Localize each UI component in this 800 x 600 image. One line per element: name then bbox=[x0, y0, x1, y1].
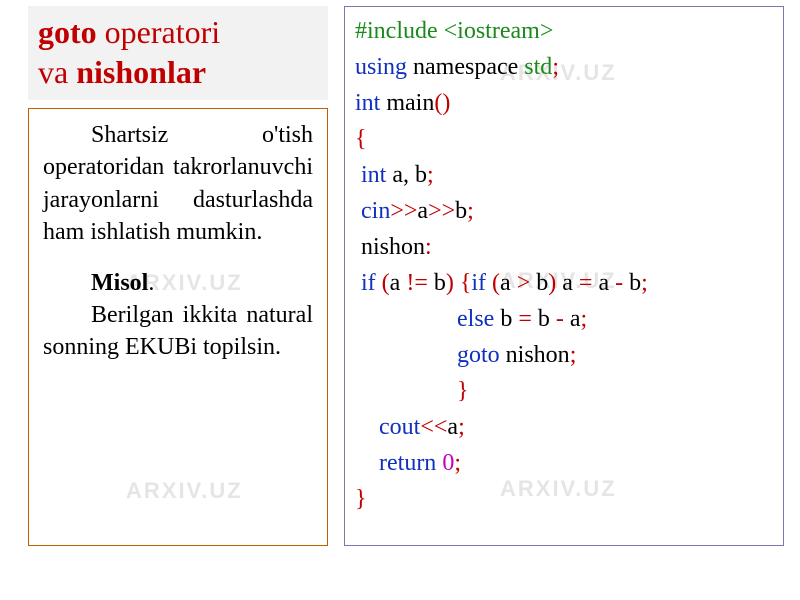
code-zero: 0 bbox=[442, 450, 454, 476]
code-pad bbox=[355, 378, 457, 404]
code-neq: != bbox=[406, 270, 428, 296]
code-goto: goto bbox=[457, 342, 506, 368]
code-var-a: a bbox=[562, 270, 579, 296]
code-var-a: a bbox=[447, 414, 458, 440]
misol-dot: . bbox=[148, 270, 154, 296]
code-var-b: b bbox=[530, 270, 548, 296]
code-pad bbox=[355, 342, 457, 368]
code-eq: = bbox=[579, 270, 593, 296]
code-var-b: b bbox=[455, 198, 467, 224]
code-cout: cout bbox=[355, 414, 420, 440]
code-var-a: a bbox=[500, 270, 517, 296]
code-semi: ; bbox=[570, 342, 577, 368]
code-paren: ( bbox=[382, 270, 390, 296]
code-op: << bbox=[420, 414, 447, 440]
code-int-decl: int bbox=[355, 162, 386, 188]
code-semi: ; bbox=[467, 198, 474, 224]
code-var-b: b bbox=[623, 270, 641, 296]
code-nishon: nishon bbox=[506, 342, 570, 368]
code-semi: ; bbox=[458, 414, 465, 440]
code-var-b: b bbox=[532, 306, 556, 332]
code-eq: = bbox=[518, 306, 532, 332]
code-using: using bbox=[355, 54, 407, 80]
code-colon: : bbox=[425, 234, 432, 260]
code-var-a: a bbox=[564, 306, 581, 332]
code-gt: > bbox=[517, 270, 531, 296]
code-cin: cin bbox=[355, 198, 390, 224]
code-minus: - bbox=[556, 306, 564, 332]
code-brace-close: } bbox=[457, 378, 469, 404]
code-if: if bbox=[471, 270, 492, 296]
code-include: #include <iostream> bbox=[355, 18, 553, 44]
code-namespace: namespace bbox=[407, 54, 524, 80]
code-paren-brace: ) { bbox=[446, 270, 472, 296]
misol-label: Misol bbox=[91, 270, 148, 296]
code-var-b: b bbox=[428, 270, 446, 296]
code-var-a: a bbox=[390, 270, 407, 296]
code-pad bbox=[355, 306, 457, 332]
code-return: return bbox=[355, 450, 442, 476]
description-para1: Shartsiz o'tish operatoridan takrorlanuv… bbox=[43, 119, 313, 249]
code-semi: ; bbox=[581, 306, 588, 332]
title-operatori: operatori bbox=[97, 14, 221, 50]
code-op: >> bbox=[390, 198, 417, 224]
description-box: Shartsiz o'tish operatoridan takrorlanuv… bbox=[28, 108, 328, 546]
code-else: else bbox=[457, 306, 500, 332]
code-std: std bbox=[524, 54, 552, 80]
description-para2: Berilgan ikkita natural sonning EKUBi to… bbox=[43, 299, 313, 364]
code-ab: a, b bbox=[386, 162, 427, 188]
code-semi: ; bbox=[552, 54, 559, 80]
title-va: va bbox=[38, 54, 76, 90]
title-box: goto operatori va nishonlar bbox=[28, 6, 328, 100]
code-parens: () bbox=[434, 90, 450, 116]
code-main: main bbox=[380, 90, 434, 116]
code-brace-close: } bbox=[355, 486, 367, 512]
code-box: #include <iostream> using namespace std;… bbox=[344, 6, 784, 546]
code-int: int bbox=[355, 90, 380, 116]
code-label: nishon bbox=[355, 234, 425, 260]
code-semi: ; bbox=[454, 450, 461, 476]
code-var-a: a bbox=[417, 198, 428, 224]
code-op: >> bbox=[428, 198, 455, 224]
code-semi: ; bbox=[427, 162, 434, 188]
code-minus: - bbox=[615, 270, 623, 296]
code-brace-open: { bbox=[355, 126, 367, 152]
code-var-a: a bbox=[592, 270, 615, 296]
title-nishonlar: nishonlar bbox=[76, 54, 206, 90]
title-goto: goto bbox=[38, 14, 97, 50]
description-misol: Misol. bbox=[43, 267, 313, 299]
code-paren: ) bbox=[548, 270, 562, 296]
code-var-b: b bbox=[500, 306, 518, 332]
code-paren: ( bbox=[492, 270, 500, 296]
code-if: if bbox=[355, 270, 382, 296]
code-semi: ; bbox=[641, 270, 648, 296]
